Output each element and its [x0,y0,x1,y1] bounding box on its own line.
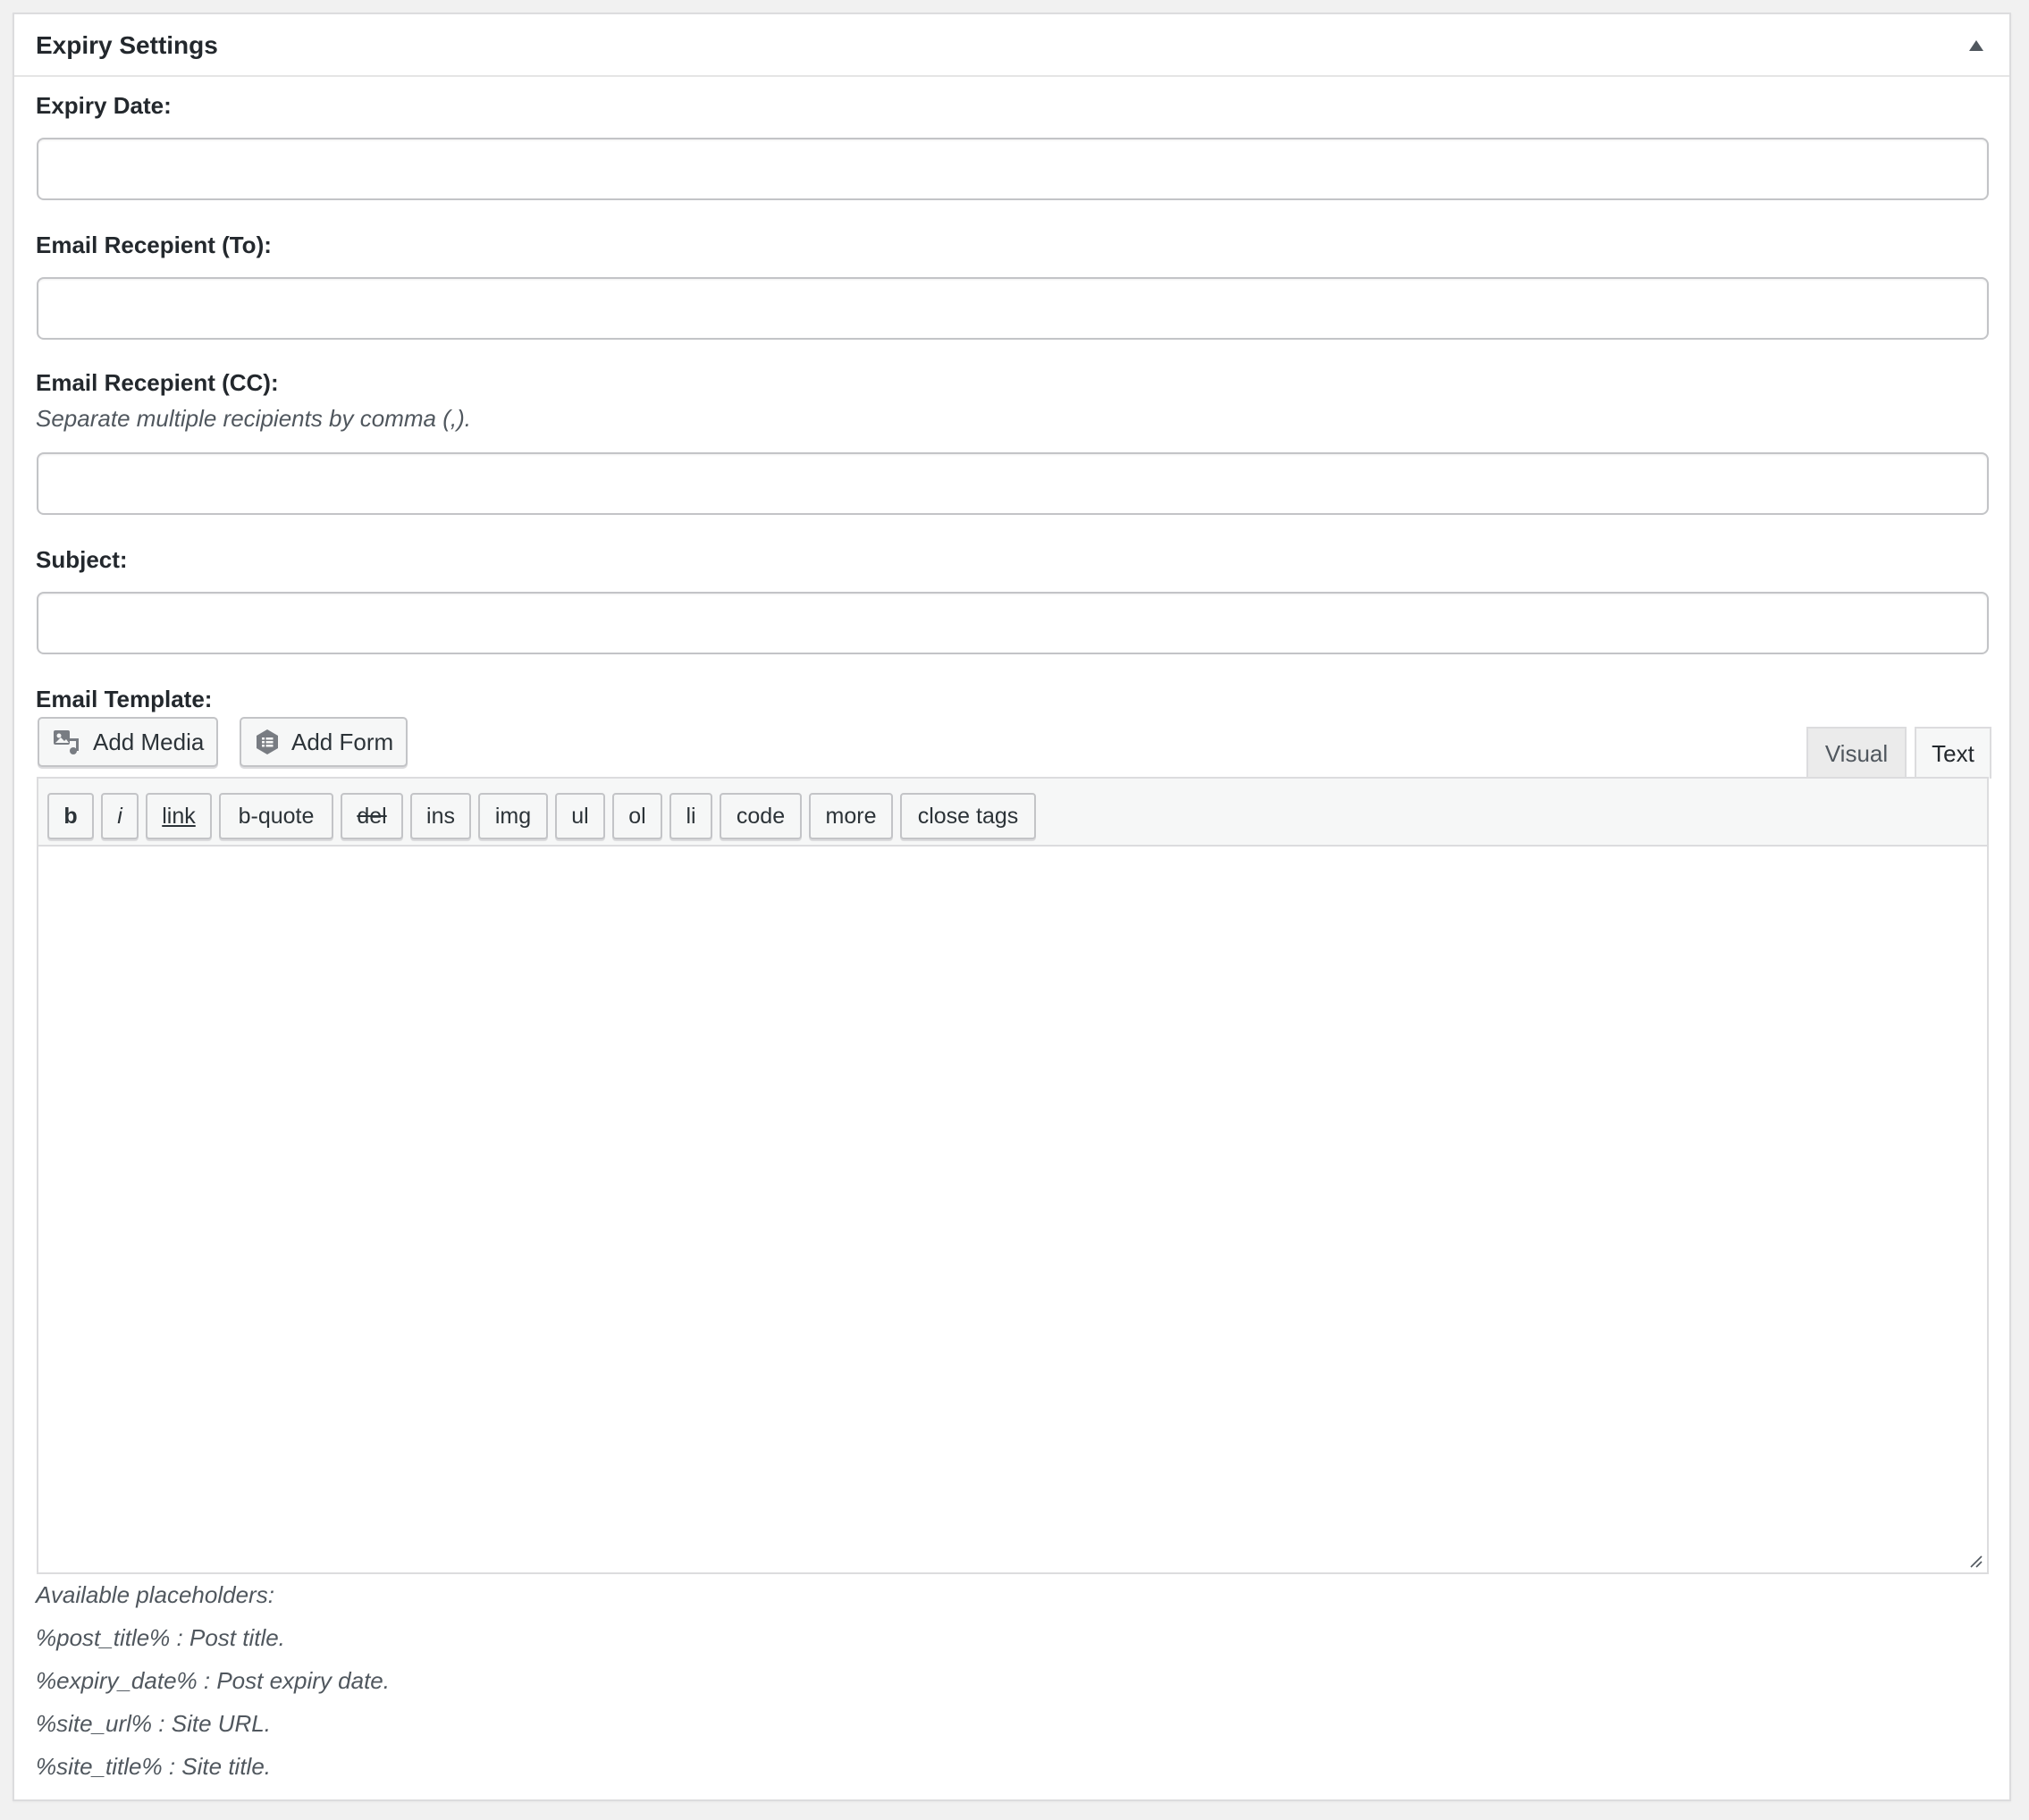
placeholders-heading: Available placeholders: [36,1581,274,1608]
email-template-textarea[interactable] [38,847,1987,1572]
add-form-label: Add Form [291,728,394,755]
collapse-toggle-button[interactable] [1961,30,1991,61]
quicktags-toolbar: b i link b-quote del ins img ul ol li co… [38,779,1987,847]
placeholder-item: %site_url% : Site URL. [36,1710,271,1737]
expiry-settings-metabox: Expiry Settings Expiry Date: Email Recep… [13,13,2011,1801]
placeholder-item: %site_title% : Site title. [36,1753,271,1780]
qt-ol-button[interactable]: ol [612,793,662,839]
qt-ins-button[interactable]: ins [410,793,471,839]
tab-visual[interactable]: Visual [1806,727,1907,779]
email-to-input[interactable] [37,277,1989,340]
qt-link-button[interactable]: link [146,793,212,839]
email-to-label: Email Recepient (To): [36,232,272,258]
metabox-title: Expiry Settings [36,31,218,59]
placeholder-item: %post_title% : Post title. [36,1624,285,1651]
qt-img-button[interactable]: img [478,793,548,839]
qt-li-button[interactable]: li [669,793,712,839]
media-icon [52,728,82,756]
add-form-button[interactable]: Add Form [240,717,408,767]
email-cc-input[interactable] [37,452,1989,515]
email-cc-description: Separate multiple recipients by comma (,… [36,405,471,432]
form-icon [254,729,281,755]
email-template-label: Email Template: [36,686,213,712]
triangle-up-icon [1969,40,1983,51]
resize-handle-icon[interactable] [1967,1553,1983,1569]
email-cc-label: Email Recepient (CC): [36,369,279,396]
add-media-button[interactable]: Add Media [38,717,219,767]
subject-label: Subject: [36,546,128,573]
qt-more-button[interactable]: more [809,793,893,839]
qt-bold-button[interactable]: b [47,793,94,839]
metabox-header: Expiry Settings [14,14,2009,77]
qt-italic-button[interactable]: i [101,793,139,839]
expiry-date-input[interactable] [37,138,1989,200]
qt-close-tags-button[interactable]: close tags [900,793,1036,839]
tab-text[interactable]: Text [1915,727,1991,779]
placeholder-item: %expiry_date% : Post expiry date. [36,1667,390,1694]
subject-input[interactable] [37,592,1989,654]
editor-container: b i link b-quote del ins img ul ol li co… [37,777,1989,1574]
qt-bquote-button[interactable]: b-quote [219,793,333,839]
expiry-date-label: Expiry Date: [36,92,172,119]
qt-code-button[interactable]: code [720,793,802,839]
add-media-label: Add Media [93,728,205,755]
qt-del-button[interactable]: del [341,793,403,839]
qt-ul-button[interactable]: ul [555,793,605,839]
